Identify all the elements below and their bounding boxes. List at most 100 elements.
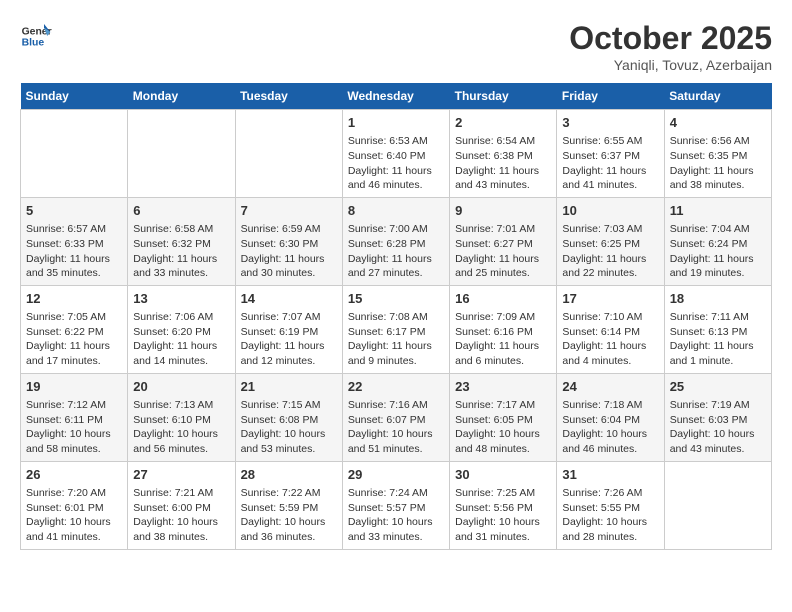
day-number: 10 (562, 202, 658, 220)
day-number: 20 (133, 378, 229, 396)
day-number: 14 (241, 290, 337, 308)
calendar-cell: 9 Sunrise: 7:01 AM Sunset: 6:27 PM Daylig… (450, 197, 557, 285)
day-number: 8 (348, 202, 444, 220)
day-number: 17 (562, 290, 658, 308)
day-info: Sunrise: 6:53 AM Sunset: 6:40 PM Dayligh… (348, 134, 444, 193)
calendar-cell: 1 Sunrise: 6:53 AM Sunset: 6:40 PM Daylig… (342, 110, 449, 198)
calendar-cell: 13 Sunrise: 7:06 AM Sunset: 6:20 PM Dayli… (128, 285, 235, 373)
day-info: Sunrise: 7:26 AM Sunset: 5:55 PM Dayligh… (562, 486, 658, 545)
day-number: 27 (133, 466, 229, 484)
calendar-cell: 4 Sunrise: 6:56 AM Sunset: 6:35 PM Daylig… (664, 110, 771, 198)
title-block: October 2025 Yaniqli, Tovuz, Azerbaijan (569, 20, 772, 73)
calendar-cell: 12Sunrise: 7:05 AM Sunset: 6:22 PM Dayli… (21, 285, 128, 373)
calendar-cell (664, 461, 771, 549)
calendar-cell: 28Sunrise: 7:22 AM Sunset: 5:59 PM Dayli… (235, 461, 342, 549)
day-info: Sunrise: 6:54 AM Sunset: 6:38 PM Dayligh… (455, 134, 551, 193)
day-info: Sunrise: 7:08 AM Sunset: 6:17 PM Dayligh… (348, 310, 444, 369)
month-title: October 2025 (569, 20, 772, 57)
day-info: Sunrise: 7:01 AM Sunset: 6:27 PM Dayligh… (455, 222, 551, 281)
calendar-week-2: 5 Sunrise: 6:57 AM Sunset: 6:33 PM Daylig… (21, 197, 772, 285)
calendar-week-3: 12Sunrise: 7:05 AM Sunset: 6:22 PM Dayli… (21, 285, 772, 373)
calendar-cell: 14 Sunrise: 7:07 AM Sunset: 6:19 PM Dayli… (235, 285, 342, 373)
calendar-cell: 5 Sunrise: 6:57 AM Sunset: 6:33 PM Daylig… (21, 197, 128, 285)
day-info: Sunrise: 7:07 AM Sunset: 6:19 PM Dayligh… (241, 310, 337, 369)
day-number: 11 (670, 202, 766, 220)
calendar-cell: 16Sunrise: 7:09 AM Sunset: 6:16 PM Dayli… (450, 285, 557, 373)
day-header-tuesday: Tuesday (235, 83, 342, 110)
day-number: 9 (455, 202, 551, 220)
day-info: Sunrise: 7:22 AM Sunset: 5:59 PM Dayligh… (241, 486, 337, 545)
calendar-cell: 25 Sunrise: 7:19 AM Sunset: 6:03 PM Dayli… (664, 373, 771, 461)
day-number: 25 (670, 378, 766, 396)
calendar-cell: 17 Sunrise: 7:10 AM Sunset: 6:14 PM Dayli… (557, 285, 664, 373)
day-number: 4 (670, 114, 766, 132)
day-info: Sunrise: 7:05 AM Sunset: 6:22 PM Dayligh… (26, 310, 122, 369)
day-info: Sunrise: 7:20 AM Sunset: 6:01 PM Dayligh… (26, 486, 122, 545)
day-info: Sunrise: 7:16 AM Sunset: 6:07 PM Dayligh… (348, 398, 444, 457)
page-header: General Blue October 2025 Yaniqli, Tovuz… (20, 20, 772, 73)
calendar-cell: 6Sunrise: 6:58 AM Sunset: 6:32 PM Daylig… (128, 197, 235, 285)
day-info: Sunrise: 7:19 AM Sunset: 6:03 PM Dayligh… (670, 398, 766, 457)
day-info: Sunrise: 7:18 AM Sunset: 6:04 PM Dayligh… (562, 398, 658, 457)
day-number: 19 (26, 378, 122, 396)
day-info: Sunrise: 7:03 AM Sunset: 6:25 PM Dayligh… (562, 222, 658, 281)
day-info: Sunrise: 7:06 AM Sunset: 6:20 PM Dayligh… (133, 310, 229, 369)
calendar-week-1: 1 Sunrise: 6:53 AM Sunset: 6:40 PM Daylig… (21, 110, 772, 198)
day-info: Sunrise: 7:25 AM Sunset: 5:56 PM Dayligh… (455, 486, 551, 545)
day-number: 26 (26, 466, 122, 484)
calendar-cell: 18Sunrise: 7:11 AM Sunset: 6:13 PM Dayli… (664, 285, 771, 373)
day-header-wednesday: Wednesday (342, 83, 449, 110)
calendar-cell: 7 Sunrise: 6:59 AM Sunset: 6:30 PM Daylig… (235, 197, 342, 285)
day-info: Sunrise: 6:55 AM Sunset: 6:37 PM Dayligh… (562, 134, 658, 193)
day-info: Sunrise: 7:17 AM Sunset: 6:05 PM Dayligh… (455, 398, 551, 457)
calendar-cell: 30 Sunrise: 7:25 AM Sunset: 5:56 PM Dayli… (450, 461, 557, 549)
day-number: 29 (348, 466, 444, 484)
day-header-monday: Monday (128, 83, 235, 110)
calendar-cell: 27 Sunrise: 7:21 AM Sunset: 6:00 PM Dayli… (128, 461, 235, 549)
day-info: Sunrise: 7:04 AM Sunset: 6:24 PM Dayligh… (670, 222, 766, 281)
day-info: Sunrise: 6:59 AM Sunset: 6:30 PM Dayligh… (241, 222, 337, 281)
day-info: Sunrise: 7:00 AM Sunset: 6:28 PM Dayligh… (348, 222, 444, 281)
calendar-cell (128, 110, 235, 198)
calendar-cell: 19 Sunrise: 7:12 AM Sunset: 6:11 PM Dayli… (21, 373, 128, 461)
calendar-cell: 15 Sunrise: 7:08 AM Sunset: 6:17 PM Dayli… (342, 285, 449, 373)
calendar-cell: 21Sunrise: 7:15 AM Sunset: 6:08 PM Dayli… (235, 373, 342, 461)
day-number: 7 (241, 202, 337, 220)
calendar-cell: 8 Sunrise: 7:00 AM Sunset: 6:28 PM Daylig… (342, 197, 449, 285)
calendar-table: SundayMondayTuesdayWednesdayThursdayFrid… (20, 83, 772, 550)
day-number: 31 (562, 466, 658, 484)
day-number: 24 (562, 378, 658, 396)
day-header-sunday: Sunday (21, 83, 128, 110)
calendar-cell: 11 Sunrise: 7:04 AM Sunset: 6:24 PM Dayli… (664, 197, 771, 285)
day-info: Sunrise: 7:21 AM Sunset: 6:00 PM Dayligh… (133, 486, 229, 545)
day-number: 3 (562, 114, 658, 132)
day-number: 2 (455, 114, 551, 132)
day-info: Sunrise: 6:58 AM Sunset: 6:32 PM Dayligh… (133, 222, 229, 281)
logo-icon: General Blue (20, 20, 52, 52)
calendar-cell: 24 Sunrise: 7:18 AM Sunset: 6:04 PM Dayli… (557, 373, 664, 461)
day-info: Sunrise: 6:56 AM Sunset: 6:35 PM Dayligh… (670, 134, 766, 193)
calendar-week-5: 26 Sunrise: 7:20 AM Sunset: 6:01 PM Dayli… (21, 461, 772, 549)
calendar-cell: 26 Sunrise: 7:20 AM Sunset: 6:01 PM Dayli… (21, 461, 128, 549)
day-info: Sunrise: 7:24 AM Sunset: 5:57 PM Dayligh… (348, 486, 444, 545)
day-info: Sunrise: 7:11 AM Sunset: 6:13 PM Dayligh… (670, 310, 766, 369)
calendar-cell: 20 Sunrise: 7:13 AM Sunset: 6:10 PM Dayli… (128, 373, 235, 461)
day-info: Sunrise: 7:12 AM Sunset: 6:11 PM Dayligh… (26, 398, 122, 457)
day-number: 21 (241, 378, 337, 396)
day-info: Sunrise: 7:10 AM Sunset: 6:14 PM Dayligh… (562, 310, 658, 369)
calendar-header-row: SundayMondayTuesdayWednesdayThursdayFrid… (21, 83, 772, 110)
day-info: Sunrise: 7:09 AM Sunset: 6:16 PM Dayligh… (455, 310, 551, 369)
day-header-saturday: Saturday (664, 83, 771, 110)
day-number: 23 (455, 378, 551, 396)
day-info: Sunrise: 7:13 AM Sunset: 6:10 PM Dayligh… (133, 398, 229, 457)
day-number: 22 (348, 378, 444, 396)
day-number: 30 (455, 466, 551, 484)
calendar-cell: 31 Sunrise: 7:26 AM Sunset: 5:55 PM Dayli… (557, 461, 664, 549)
day-header-thursday: Thursday (450, 83, 557, 110)
day-number: 13 (133, 290, 229, 308)
calendar-cell: 3 Sunrise: 6:55 AM Sunset: 6:37 PM Daylig… (557, 110, 664, 198)
day-number: 5 (26, 202, 122, 220)
day-number: 15 (348, 290, 444, 308)
day-info: Sunrise: 6:57 AM Sunset: 6:33 PM Dayligh… (26, 222, 122, 281)
day-number: 1 (348, 114, 444, 132)
